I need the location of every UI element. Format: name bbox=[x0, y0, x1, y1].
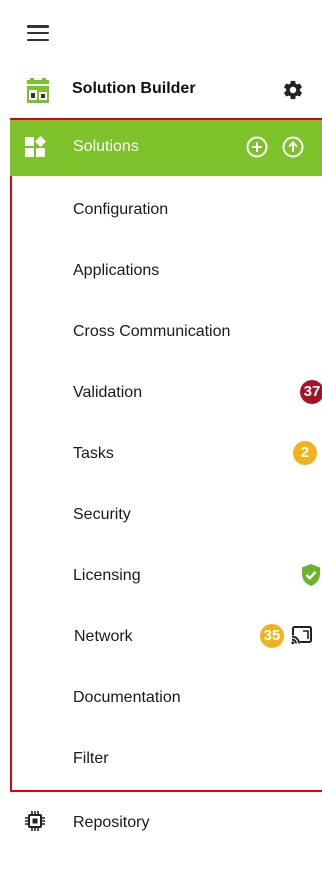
gear-icon[interactable] bbox=[282, 79, 304, 101]
nav-label: Tasks bbox=[73, 445, 114, 462]
plus-circle-icon[interactable] bbox=[245, 135, 269, 159]
shield-check-icon bbox=[302, 564, 320, 586]
nav-label: Documentation bbox=[73, 689, 181, 706]
validation-count-badge: 37 bbox=[300, 380, 322, 404]
tasks-count-badge: 2 bbox=[293, 441, 317, 465]
nav-label-repository: Repository bbox=[73, 814, 150, 831]
nav-item-tasks[interactable]: Tasks 2 bbox=[12, 424, 322, 485]
nav-label: Filter bbox=[73, 750, 109, 767]
nav-item-licensing[interactable]: Licensing bbox=[12, 546, 322, 607]
solution-builder-logo-icon bbox=[27, 78, 49, 103]
nav-label: Configuration bbox=[73, 201, 169, 218]
nav-item-documentation[interactable]: Documentation bbox=[12, 668, 322, 729]
nav-item-network[interactable]: Network 35 bbox=[12, 607, 322, 668]
nav-item-applications[interactable]: Applications bbox=[12, 241, 322, 302]
nav-label: Applications bbox=[73, 262, 160, 279]
app-header: Solution Builder bbox=[0, 66, 322, 116]
app-title: Solution Builder bbox=[72, 80, 196, 97]
hamburger-menu-icon[interactable] bbox=[27, 25, 49, 42]
nav-item-solutions[interactable]: Solutions bbox=[10, 120, 322, 176]
nav-item-validation[interactable]: Validation 37 bbox=[12, 363, 322, 424]
nav-label: Network bbox=[74, 628, 133, 645]
nav-label-solutions: Solutions bbox=[73, 138, 139, 155]
nav-item-filter[interactable]: Filter bbox=[12, 729, 322, 790]
nav-item-configuration[interactable]: Configuration bbox=[12, 180, 322, 241]
nav-label: Validation bbox=[73, 384, 143, 401]
cast-icon[interactable] bbox=[291, 625, 313, 645]
nav-item-security[interactable]: Security bbox=[12, 485, 322, 546]
nav-item-repository[interactable]: Repository bbox=[0, 796, 322, 852]
nav-label: Cross Communication bbox=[73, 323, 231, 340]
chip-icon bbox=[25, 811, 45, 831]
nav-label: Licensing bbox=[73, 567, 141, 584]
network-count-badge: 35 bbox=[260, 624, 284, 648]
nav-item-cross-communication[interactable]: Cross Communication bbox=[12, 302, 322, 363]
arrow-up-circle-icon[interactable] bbox=[281, 135, 305, 159]
nav-label: Security bbox=[73, 506, 131, 523]
solutions-grid-icon bbox=[25, 136, 46, 157]
